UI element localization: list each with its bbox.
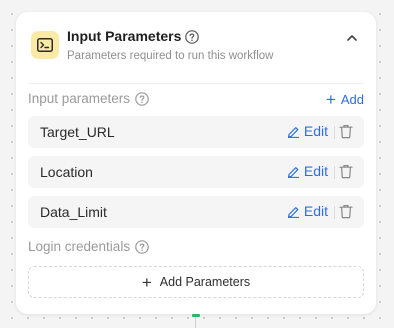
login-credentials-label-row: Login credentials — [28, 239, 149, 254]
collapse-button[interactable] — [345, 31, 359, 45]
edit-label: Edit — [303, 163, 328, 179]
parameter-name: Data_Limit — [40, 204, 107, 220]
edit-label: Edit — [303, 123, 328, 139]
trash-icon — [339, 165, 353, 179]
login-credentials-label: Login credentials — [28, 239, 131, 254]
delete-button[interactable] — [339, 124, 353, 144]
parameter-name: Target_URL — [40, 124, 115, 140]
node-title-row: Input Parameters — [67, 28, 200, 44]
plus-icon: + — [325, 90, 336, 109]
input-parameters-label-row: Input parameters — [28, 91, 149, 106]
add-parameters-button[interactable]: + Add Parameters — [28, 266, 364, 298]
parameter-row[interactable]: Location Edit — [28, 156, 364, 188]
chevron-up-icon — [347, 35, 357, 41]
trash-icon — [339, 205, 353, 219]
parameter-name: Location — [40, 164, 93, 180]
node-header: Input Parameters Parameters required to … — [16, 12, 376, 76]
output-connector-handle[interactable] — [192, 314, 200, 317]
pencil-icon — [287, 126, 299, 138]
help-icon[interactable] — [185, 30, 200, 44]
input-parameters-label: Input parameters — [28, 91, 131, 106]
help-icon[interactable] — [135, 239, 149, 254]
action-separator — [334, 166, 335, 179]
delete-button[interactable] — [339, 164, 353, 184]
header-divider — [28, 83, 364, 84]
action-separator — [334, 206, 335, 219]
edit-label: Edit — [303, 203, 328, 219]
trash-icon — [339, 125, 353, 139]
add-parameter-label: Add — [340, 92, 364, 107]
parameter-row[interactable]: Data_Limit Edit — [28, 196, 364, 228]
node-subtitle: Parameters required to run this workflow — [67, 50, 274, 62]
action-separator — [334, 126, 335, 139]
help-icon[interactable] — [135, 91, 149, 106]
add-parameter-button[interactable]: + Add — [326, 91, 364, 108]
pencil-icon — [287, 166, 299, 178]
pencil-icon — [287, 206, 299, 218]
edit-button[interactable]: Edit — [287, 203, 328, 219]
input-parameters-node[interactable]: Input Parameters Parameters required to … — [16, 12, 376, 314]
terminal-icon — [37, 38, 53, 52]
node-title: Input Parameters — [67, 28, 182, 44]
edit-button[interactable]: Edit — [287, 163, 328, 179]
node-icon-badge — [31, 31, 59, 59]
delete-button[interactable] — [339, 204, 353, 224]
connector-line — [195, 317, 196, 328]
edit-button[interactable]: Edit — [287, 123, 328, 139]
add-parameters-label: Add Parameters — [159, 275, 251, 289]
parameter-list: Target_URL Edit Location Edit Data_Limit… — [28, 116, 364, 236]
parameter-row[interactable]: Target_URL Edit — [28, 116, 364, 148]
plus-icon: + — [141, 272, 152, 292]
